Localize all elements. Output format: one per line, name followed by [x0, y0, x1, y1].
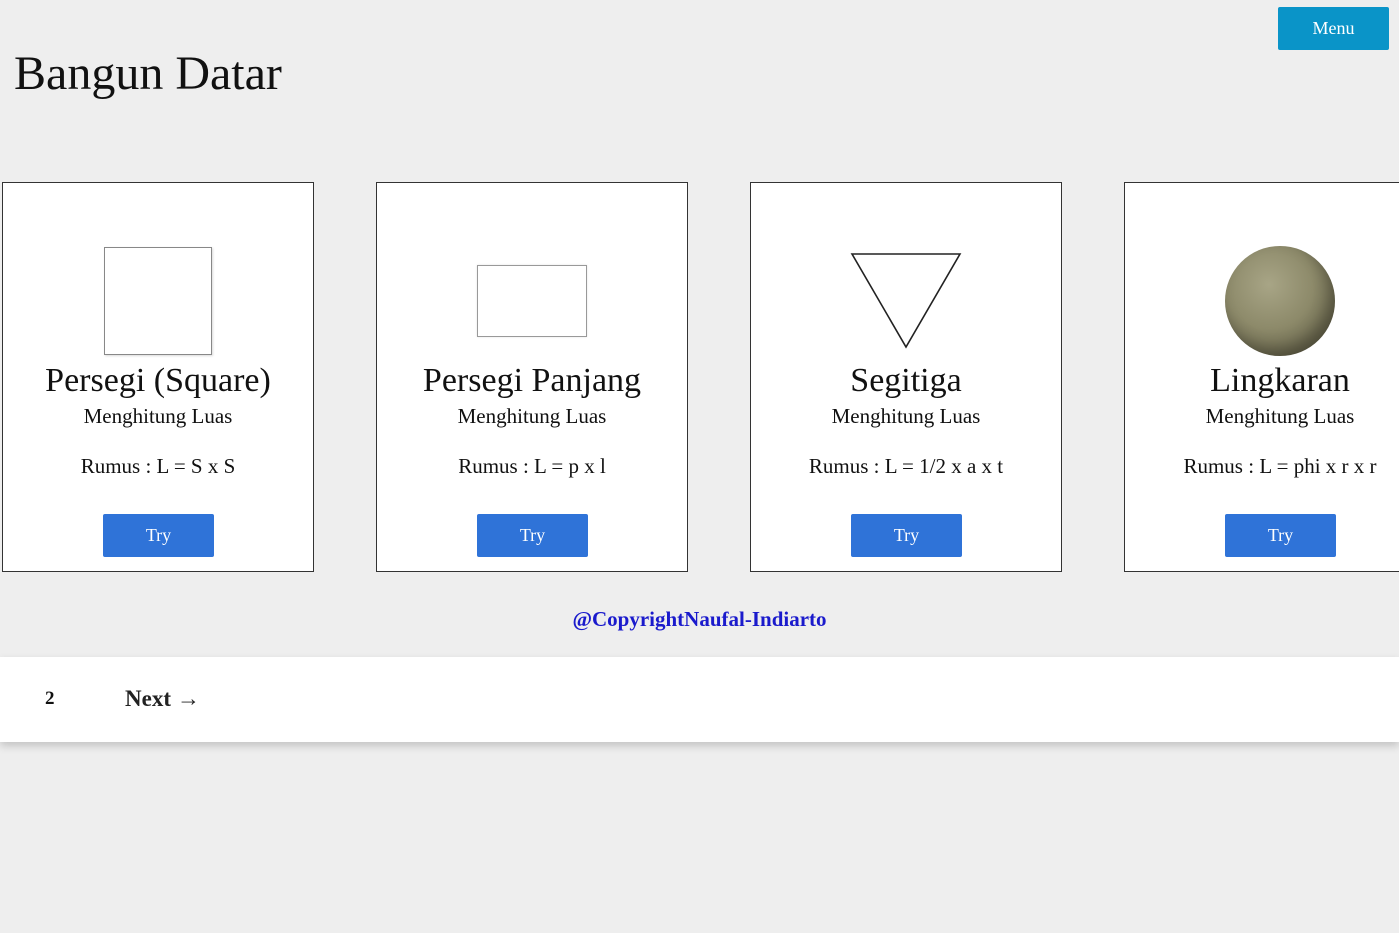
card-persegi: Persegi (Square) Menghitung Luas Rumus :… — [2, 182, 314, 572]
triangle-shape-icon — [850, 253, 962, 349]
card-title: Persegi (Square) — [45, 362, 271, 399]
card-formula: Rumus : L = S x S — [80, 454, 236, 478]
try-button-lingkaran[interactable]: Try — [1225, 514, 1336, 557]
circle-ball-icon — [1225, 246, 1335, 356]
next-label: Next — [125, 686, 171, 711]
next-page-link[interactable]: Next → — [125, 686, 200, 712]
page-number: 2 — [45, 688, 55, 709]
rectangle-shape-icon — [477, 265, 587, 337]
card-segitiga: Segitiga Menghitung Luas Rumus : L = 1/2… — [750, 182, 1062, 572]
pagination-bar: 2 Next → — [0, 657, 1399, 742]
card-title: Lingkaran — [1210, 362, 1350, 399]
card-figure — [3, 245, 313, 357]
card-figure — [751, 245, 1061, 357]
try-button-persegi[interactable]: Try — [103, 514, 214, 557]
card-title: Segitiga — [850, 362, 962, 399]
square-shape-icon — [104, 247, 212, 355]
card-subtitle: Menghitung Luas — [1205, 404, 1355, 428]
copyright-text: @CopyrightNaufal-Indiarto — [572, 607, 827, 631]
card-title: Persegi Panjang — [422, 362, 642, 399]
card-lingkaran: Lingkaran Menghitung Luas Rumus : L = ph… — [1124, 182, 1399, 572]
card-figure — [377, 245, 687, 357]
card-figure — [1125, 245, 1399, 357]
arrow-right-icon: → — [176, 686, 200, 711]
card-subtitle: Menghitung Luas — [83, 404, 233, 428]
page: Menu Bangun Datar Persegi (Square) Mengh… — [0, 0, 1399, 933]
try-button-segitiga[interactable]: Try — [851, 514, 962, 557]
try-button-persegi-panjang[interactable]: Try — [477, 514, 588, 557]
card-formula: Rumus : L = p x l — [458, 454, 606, 478]
card-persegi-panjang: Persegi Panjang Menghitung Luas Rumus : … — [376, 182, 688, 572]
page-title: Bangun Datar — [14, 47, 282, 100]
menu-button[interactable]: Menu — [1278, 7, 1389, 50]
card-subtitle: Menghitung Luas — [831, 404, 981, 428]
card-subtitle: Menghitung Luas — [457, 404, 607, 428]
card-formula: Rumus : L = 1/2 x a x t — [808, 454, 1004, 478]
card-formula: Rumus : L = phi x r x r — [1183, 454, 1377, 478]
